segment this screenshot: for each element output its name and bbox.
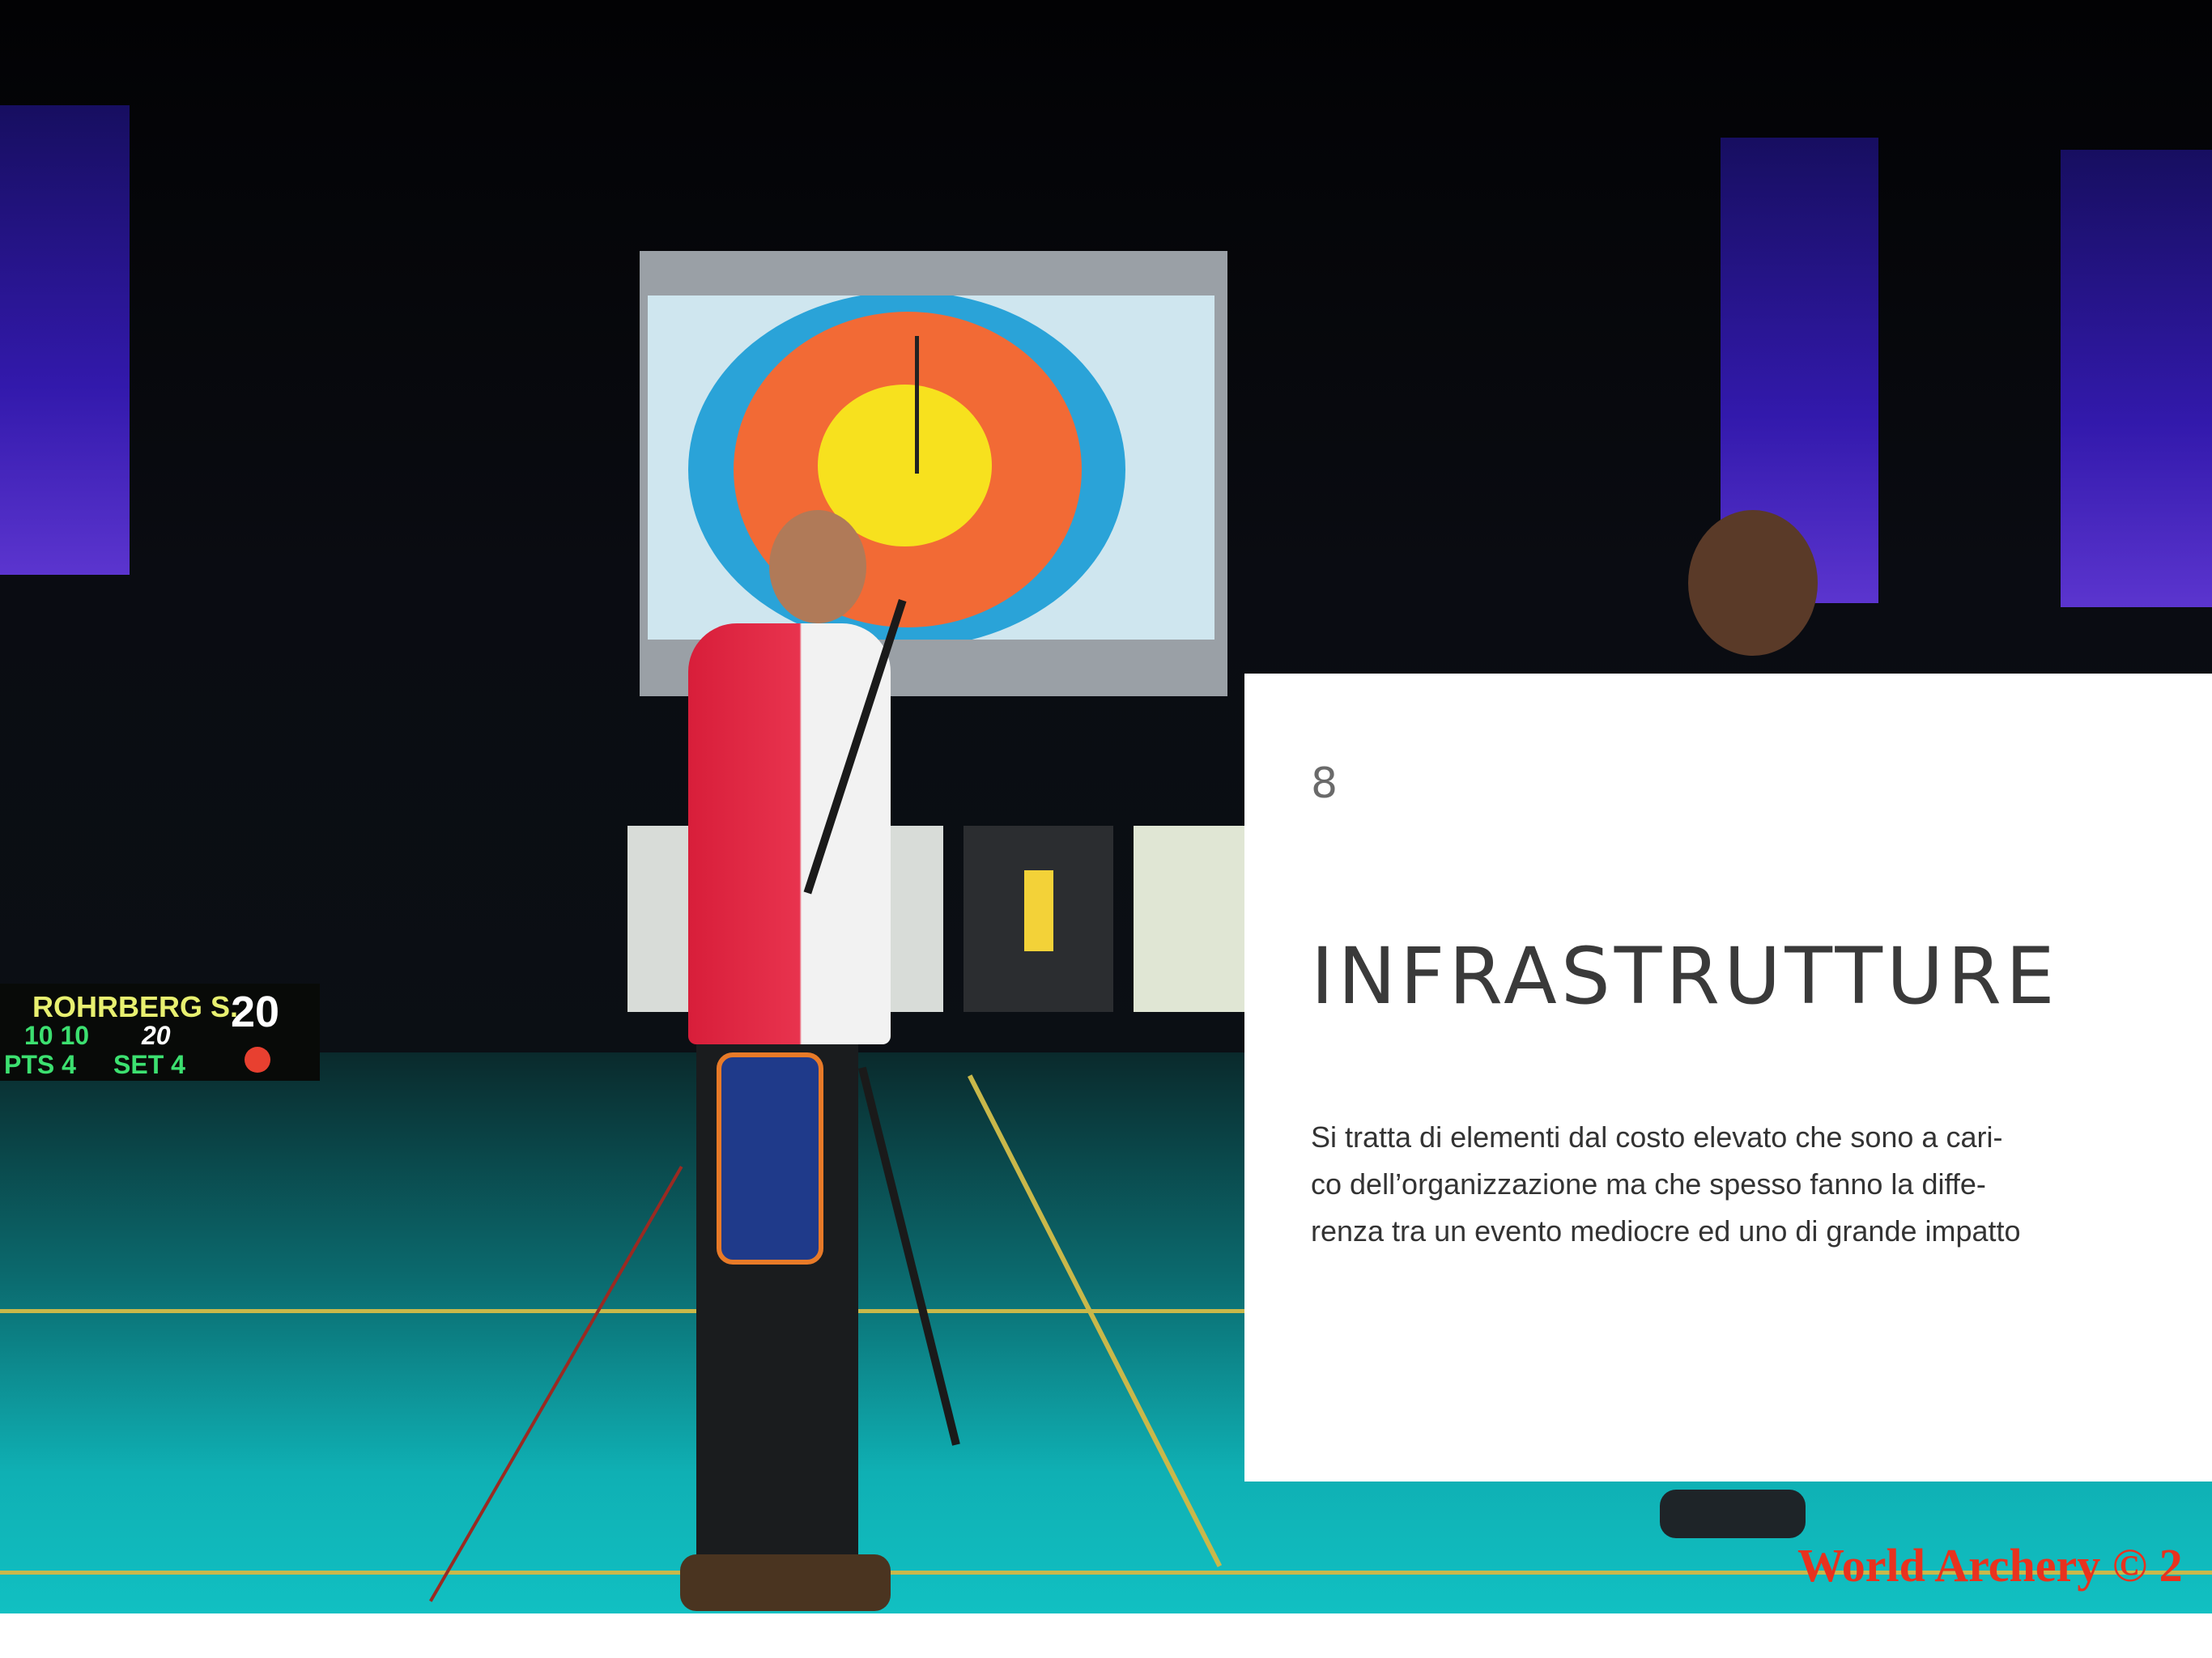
archer-head: [769, 510, 866, 623]
photo-watermark: World Archery © 2: [1797, 1539, 2183, 1592]
scoreboard-score: 20: [231, 988, 280, 1036]
scoreboard-row3-left: PTS 4: [4, 1050, 76, 1079]
page-title: INFRASTRUTTURE: [1311, 931, 2059, 1022]
archer-right-shoes: [1660, 1490, 1806, 1538]
body-line: renza tra un evento mediocre ed uno di g…: [1311, 1214, 2021, 1248]
scoreboard: ROHRBERG S. 20 10 10 20 PTS 4 SET 4: [0, 984, 320, 1081]
archer-quiver: [717, 1052, 823, 1265]
archer-right-head: [1688, 510, 1818, 656]
bottom-margin: [0, 1613, 2212, 1658]
page-number: 8: [1311, 759, 1338, 808]
right-banner-2: [2061, 150, 2212, 607]
left-banner: [0, 105, 130, 575]
scoreboard-name: ROHRBERG S.: [32, 990, 239, 1023]
text-card: [1244, 674, 2212, 1482]
arrow: [915, 336, 919, 474]
archer-shirt: [688, 623, 891, 1044]
body-line: co dell’organizzazione ma che spesso fan…: [1311, 1167, 1986, 1201]
target-board-3: [1134, 826, 1244, 1012]
archer-left: [664, 510, 931, 1611]
body-line: Si tratta di elementi dal costo elevato …: [1311, 1120, 2003, 1154]
scoreboard-row3-right: SET 4: [113, 1050, 185, 1079]
scoreboard-row2-right: 20: [142, 1021, 171, 1050]
scoreboard-indicator: [245, 1047, 270, 1073]
target-face-small: [1024, 870, 1053, 951]
scoreboard-row2-left: 10 10: [24, 1021, 90, 1050]
body-paragraph: Si tratta di elementi dal costo elevato …: [1311, 1114, 2112, 1255]
archer-boots: [680, 1554, 891, 1611]
